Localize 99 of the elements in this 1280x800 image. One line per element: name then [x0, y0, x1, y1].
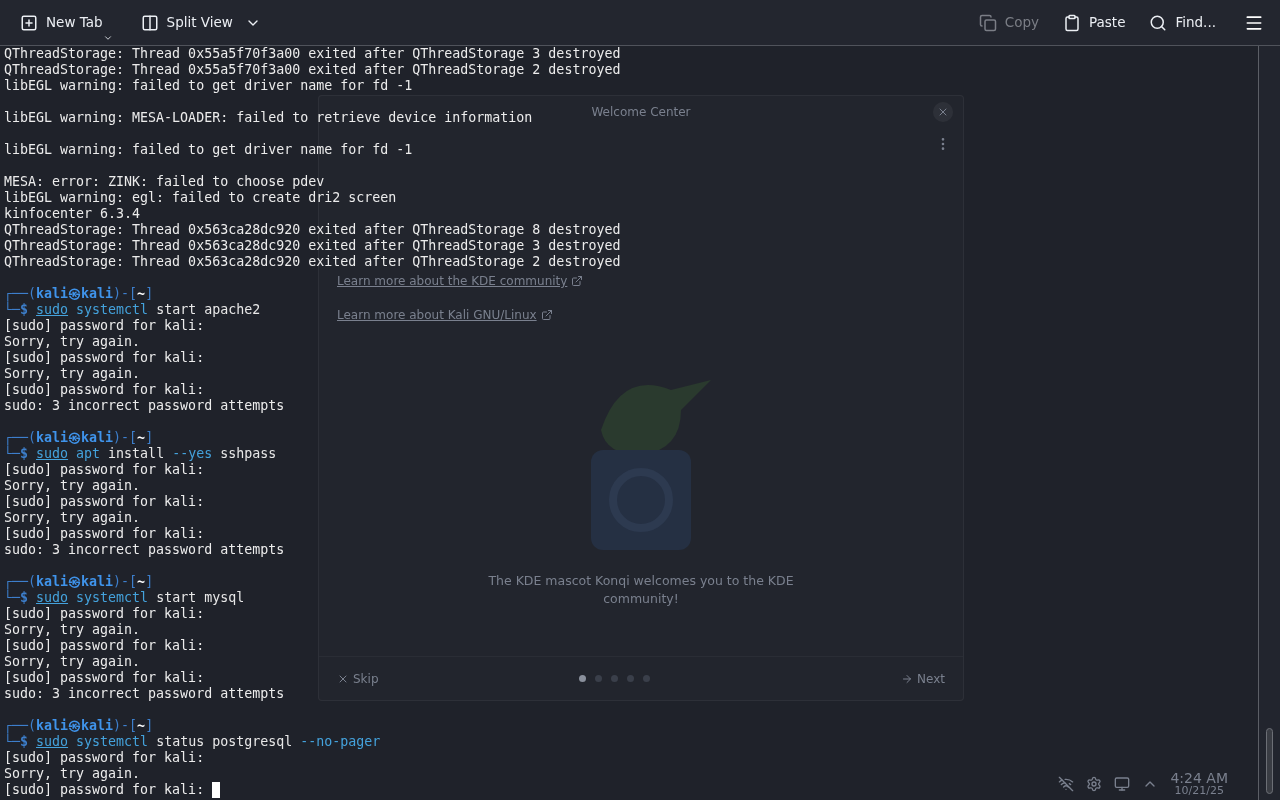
terminal-line: Sorry, try again. [4, 334, 141, 350]
terminal-line: [sudo] password for kali: [4, 606, 205, 622]
command-word: systemctl [76, 302, 149, 318]
prompt-directory: ~ [137, 286, 146, 302]
prompt-frame: └─$ [4, 302, 29, 318]
new-tab-icon [20, 13, 38, 32]
window-title: Welcome Center [591, 104, 691, 121]
prompt-frame: )-[ [113, 286, 138, 302]
prompt-frame: └─$ [4, 590, 29, 606]
terminal-line: libEGL warning: failed to get driver name for fd -1 [4, 142, 413, 158]
terminal-line: [sudo] password for kali: [4, 526, 205, 542]
terminal-line: Sorry, try again. [4, 654, 141, 670]
scrollbar-thumb[interactable] [1266, 728, 1273, 794]
external-link[interactable]: Learn more about Kali GNU/Linux [337, 306, 553, 324]
toolbar-button[interactable]: Find... [1141, 6, 1224, 39]
terminal-line: QThreadStorage: Thread 0x563ca28dc920 exited after QThreadStorage 3 destroyed [4, 238, 621, 254]
next-button[interactable]: Next [901, 669, 945, 688]
network-off-icon [1058, 775, 1075, 792]
prompt-directory: ~ [137, 718, 146, 734]
toolbar-button[interactable]: Paste [1055, 6, 1134, 39]
prompt-user-host: kali㉿kali [36, 430, 114, 446]
terminal-line: MESA: error: ZINK: failed to choose pdev [4, 174, 325, 190]
command-word: apt [76, 446, 101, 462]
prompt-user-host: kali㉿kali [36, 718, 114, 734]
command-argument: mysql [204, 590, 245, 606]
terminal-line: [sudo] password for kali: [4, 350, 205, 366]
terminal-line: Sorry, try again. [4, 766, 141, 782]
prompt-frame: └─$ [4, 734, 29, 750]
clock-date: 10/21/25 [1174, 785, 1224, 796]
command-argument: start [156, 590, 197, 606]
terminal-line: sudo: 3 incorrect password attempts [4, 542, 285, 558]
prompt-frame: ┌──( [4, 574, 37, 590]
prompt-frame: ] [145, 718, 154, 734]
terminal-line: [sudo] password for kali: [4, 670, 205, 686]
prompt-directory: ~ [137, 430, 146, 446]
terminal-line: sudo: 3 incorrect password attempts [4, 398, 285, 414]
prompt-user-host: kali㉿kali [36, 574, 114, 590]
search-icon [1149, 13, 1168, 32]
terminal-line: Sorry, try again. [4, 622, 141, 638]
command-word: sudo [36, 734, 69, 750]
prompt-frame: ┌──( [4, 430, 37, 446]
prompt-frame: )-[ [113, 574, 138, 590]
clock-time: 4:24 AM [1170, 771, 1228, 785]
command-argument: install [108, 446, 165, 462]
terminal-line: [sudo] password for kali: [4, 382, 205, 398]
command-argument: status [156, 734, 205, 750]
copy-icon [978, 13, 997, 32]
external-link-icon [571, 275, 584, 287]
prompt-frame: ] [145, 430, 154, 446]
terminal-line: kinfocenter 6.3.4 [4, 206, 141, 222]
prompt-frame: ┌──( [4, 286, 37, 302]
terminal-line: QThreadStorage: Thread 0x563ca28dc920 exited after QThreadStorage 8 destroyed [4, 222, 621, 238]
terminal-line: [sudo] password for kali: [4, 462, 205, 478]
prompt-frame: ] [145, 286, 154, 302]
toolbar-button[interactable]: Split View [132, 6, 269, 39]
skip-button[interactable]: Skip [337, 669, 379, 688]
close-icon [933, 102, 953, 122]
terminal-line: [sudo] password for kali: [4, 782, 205, 798]
terminal-line: Sorry, try again. [4, 366, 141, 382]
terminal-line: libEGL warning: egl: failed to create dri2 screen [4, 190, 397, 206]
external-link-icon [540, 309, 553, 321]
terminal-line: QThreadStorage: Thread 0x55a5f70f3a00 exited after QThreadStorage 2 destroyed [4, 62, 621, 78]
prompt-frame: ┌──( [4, 718, 37, 734]
command-word: sudo [36, 590, 69, 606]
prompt-user-host: kali㉿kali [36, 286, 114, 302]
terminal-line: [sudo] password for kali: [4, 494, 205, 510]
terminal-line: sudo: 3 incorrect password attempts [4, 686, 285, 702]
terminal-line: [sudo] password for kali: [4, 638, 205, 654]
command-argument: sshpass [220, 446, 277, 462]
terminal-line: QThreadStorage: Thread 0x55a5f70f3a00 exited after QThreadStorage 3 destroyed [4, 46, 621, 62]
split-view-icon [140, 13, 159, 32]
command-option: --yes [172, 446, 213, 462]
mascot-caption: The KDE mascot Konqi welcomes you to the KDE community! [487, 572, 795, 608]
terminal-line: libEGL warning: MESA-LOADER: failed to retrieve device information [4, 110, 533, 126]
command-word: systemctl [76, 590, 149, 606]
command-word: sudo [36, 302, 69, 318]
command-word: systemctl [76, 734, 149, 750]
arrow-right-icon [901, 672, 914, 685]
command-word: sudo [36, 446, 69, 462]
prompt-frame: └─$ [4, 446, 29, 462]
clipboard-icon [1063, 13, 1081, 32]
command-argument: apache2 [204, 302, 261, 318]
command-argument: postgresql [212, 734, 293, 750]
terminal-line: QThreadStorage: Thread 0x563ca28dc920 exited after QThreadStorage 2 destroyed [4, 254, 621, 270]
monitor-icon [1114, 775, 1131, 792]
terminal-line: libEGL warning: failed to get driver name for fd -1 [4, 78, 413, 94]
terminal-line: Sorry, try again. [4, 510, 141, 526]
command-argument: start [156, 302, 197, 318]
terminal-line: [sudo] password for kali: [4, 318, 205, 334]
prompt-frame: )-[ [113, 718, 138, 734]
command-option: --no-pager [300, 734, 381, 750]
prompt-frame: ] [145, 574, 154, 590]
terminal-line: [sudo] password for kali: [4, 750, 205, 766]
prompt-frame: )-[ [113, 430, 138, 446]
toolbar-button[interactable]: New Tab [12, 6, 121, 39]
gear-icon [1086, 775, 1103, 792]
prompt-directory: ~ [137, 574, 146, 590]
terminal-line: Sorry, try again. [4, 478, 141, 494]
external-link[interactable]: Learn more about the KDE community [337, 272, 584, 290]
